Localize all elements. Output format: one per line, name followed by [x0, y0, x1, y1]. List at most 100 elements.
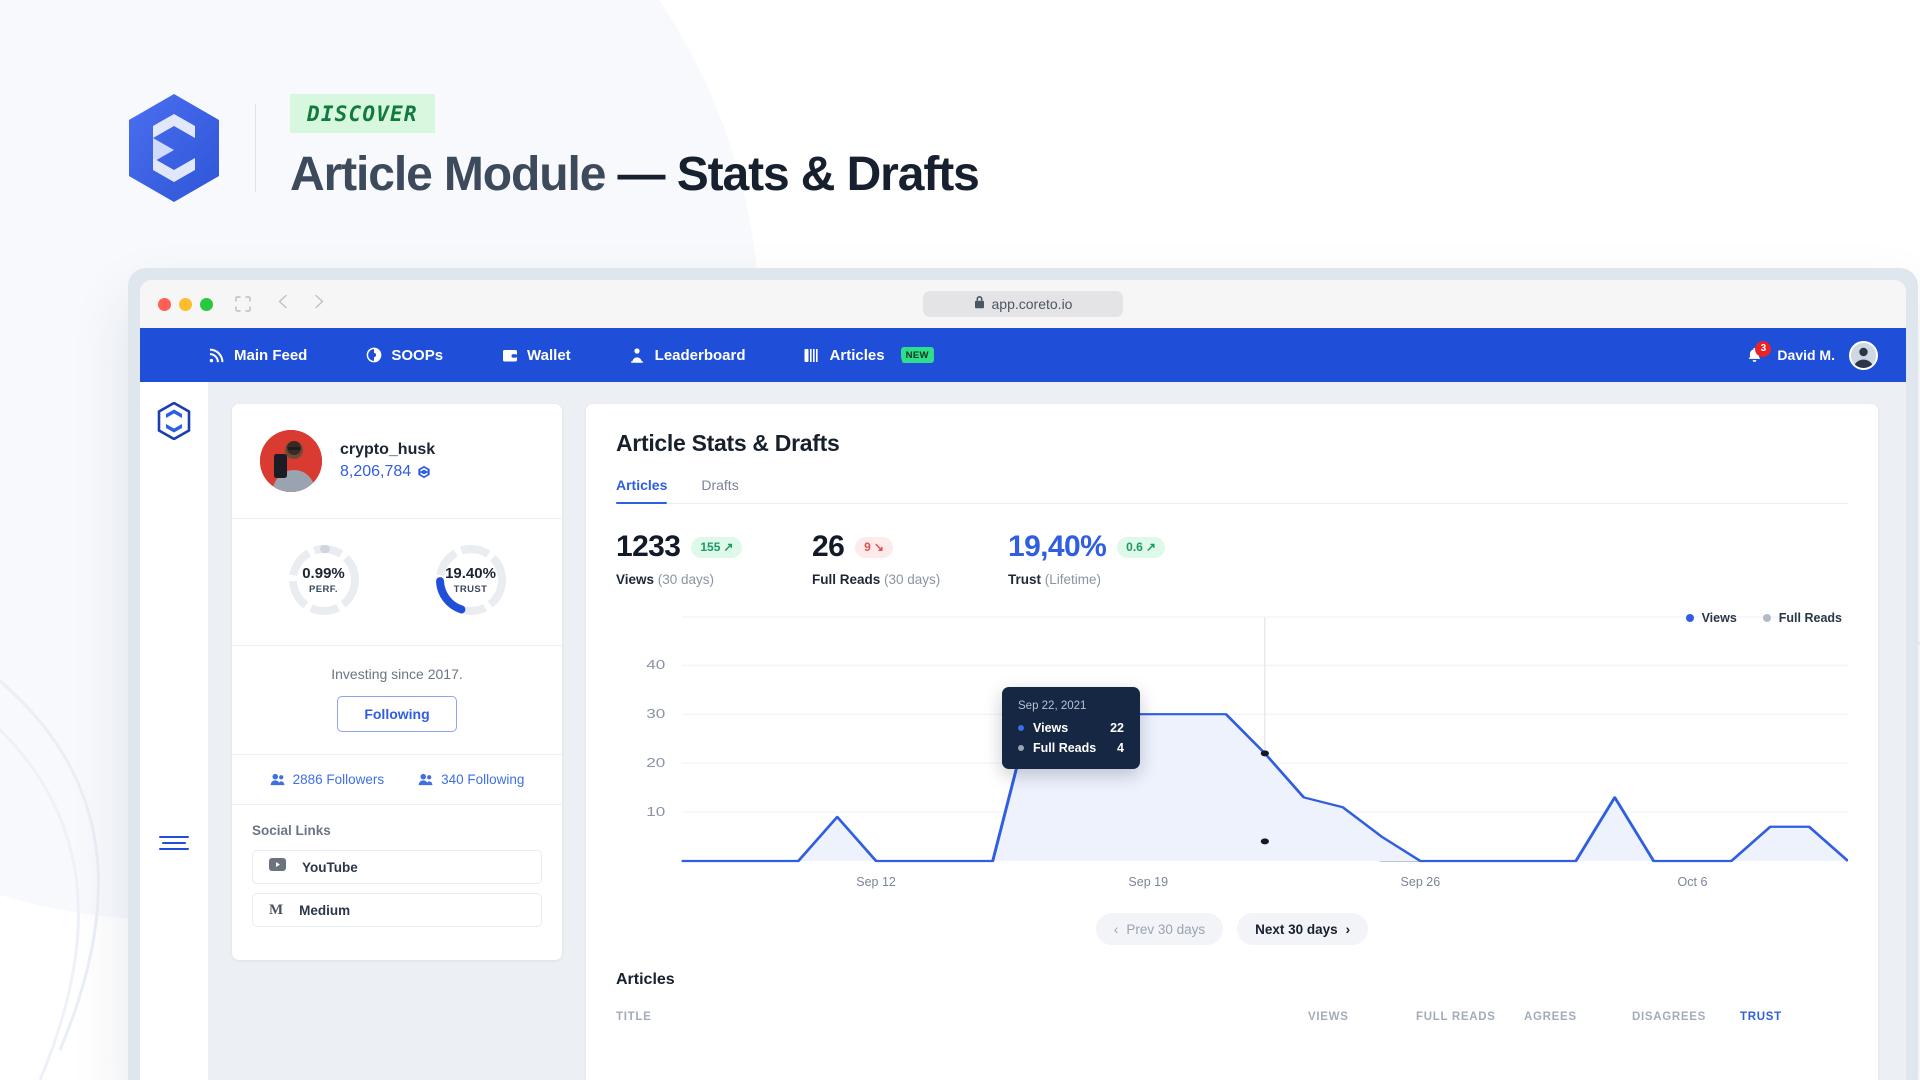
next-30-days-button[interactable]: Next 30 days › [1237, 913, 1369, 945]
kpi-value: 19,40% [1008, 530, 1107, 563]
col-title[interactable]: TITLE [616, 1011, 1308, 1023]
following-count: 340 Following [441, 772, 525, 787]
following-stat[interactable]: 340 Following [418, 772, 524, 787]
tab-articles[interactable]: Articles [616, 477, 668, 504]
kpi-delta-badge: 155 ↗ [691, 536, 743, 558]
legend-label: Views [1701, 611, 1737, 625]
kpi-delta-value: 155 [700, 540, 721, 554]
arrow-down-icon: ↘ [873, 540, 884, 554]
profile-identity: crypto_husk 8,206,784 [232, 404, 562, 518]
application: Main Feed SOOPs Wallet Leaderboard Artic… [140, 328, 1906, 1080]
x-tick-label: Oct 6 [1677, 875, 1708, 889]
browser-forward-icon[interactable] [312, 294, 325, 314]
next-label: Next 30 days [1255, 921, 1338, 937]
browser-back-icon[interactable] [277, 294, 290, 314]
maximize-window-button[interactable] [200, 297, 213, 311]
nav-item-wallet[interactable]: Wallet [501, 347, 571, 364]
header-divider [255, 104, 256, 192]
page-title-light: Article Module [290, 148, 618, 201]
leaderboard-icon [629, 347, 646, 364]
notifications-button[interactable]: 3 [1746, 340, 1772, 364]
minimize-window-button[interactable] [179, 297, 192, 311]
legend-full-reads[interactable]: Full Reads [1762, 611, 1842, 625]
window-controls[interactable] [158, 297, 213, 311]
trust-gauge: 19.40% TRUST [432, 541, 510, 619]
kpi-label-text: Trust [1008, 572, 1042, 587]
address-bar[interactable]: app.coreto.io [923, 291, 1123, 317]
col-views[interactable]: VIEWS [1308, 1011, 1416, 1023]
app-body: crypto_husk 8,206,784 0.99% PERF. 19.40%… [140, 382, 1906, 1080]
panel-title: Article Stats & Drafts [616, 430, 840, 456]
kpi-trust: 19,40% 0.6 ↗ Trust (Lifetime) [1008, 530, 1238, 587]
followers-stat[interactable]: 2886 Followers [270, 772, 385, 787]
social-links-section: Social Links YouTube M Medium [232, 805, 562, 960]
laptop-frame: app.coreto.io Main Feed SOOPs Wallet Lea… [128, 268, 1918, 1080]
nav-item-articles[interactable]: Articles NEW [804, 347, 934, 364]
kpi-label: Full Reads (30 days) [812, 572, 1008, 587]
col-agrees[interactable]: AGREES [1524, 1011, 1632, 1023]
kpi-label: Trust (Lifetime) [1008, 572, 1238, 587]
nav-item-soops[interactable]: SOOPs [365, 347, 443, 364]
articles-heading: Articles [616, 971, 675, 988]
tooltip-series-value: 22 [1110, 721, 1124, 735]
tab-drafts[interactable]: Drafts [701, 477, 738, 503]
notification-count: 3 [1755, 340, 1772, 357]
nav-right-cluster: 3 David M. [1746, 340, 1878, 370]
chevron-right-icon: › [1345, 921, 1351, 937]
nav-label: Wallet [527, 346, 571, 364]
x-tick-label: Sep 26 [1400, 875, 1441, 889]
kpi-label-period: (Lifetime) [1041, 572, 1102, 587]
col-full-reads[interactable]: FULL READS [1416, 1011, 1524, 1023]
social-link-label: YouTube [302, 859, 358, 875]
nav-item-leaderboard[interactable]: Leaderboard [629, 347, 746, 364]
prev-30-days-button[interactable]: ‹ Prev 30 days [1095, 913, 1224, 945]
page-title-dash: — [617, 148, 677, 201]
page-header: DISCOVER Article Module — Stats & Drafts [125, 92, 980, 204]
hover-point-full-reads [1260, 838, 1269, 845]
page-title: Article Module — Stats & Drafts [290, 147, 980, 202]
chart-tooltip: Sep 22, 2021 Views 22 Full Reads 4 [1002, 687, 1140, 769]
following-button[interactable]: Following [337, 696, 457, 732]
tooltip-date: Sep 22, 2021 [1018, 700, 1087, 712]
tooltip-series-value: 4 [1117, 741, 1124, 755]
coreto-rail-logo-icon[interactable] [157, 401, 191, 441]
wallet-icon [501, 347, 518, 364]
kpi-value: 26 [812, 530, 845, 563]
profile-username: crypto_husk [340, 441, 436, 458]
trust-value: 19.40% [445, 565, 496, 582]
col-trust[interactable]: TRUST [1740, 1011, 1848, 1023]
eyebrow-badge: DISCOVER [290, 94, 435, 133]
sidebar-toggle-button[interactable] [159, 836, 189, 850]
social-link-youtube[interactable]: YouTube [252, 850, 542, 884]
tooltip-swatch [1018, 725, 1024, 731]
coreto-logo-icon [125, 92, 223, 204]
nav-item-main-feed[interactable]: Main Feed [208, 347, 307, 364]
profile-social-counts: 2886 Followers 340 Following [232, 755, 562, 804]
users-icon [418, 773, 433, 786]
hover-point-views [1260, 750, 1269, 757]
legend-views[interactable]: Views [1685, 611, 1737, 625]
fullscreen-icon[interactable] [235, 296, 251, 312]
y-tick-label: 20 [646, 756, 665, 770]
profile-avatar[interactable] [260, 430, 322, 492]
user-name[interactable]: David M. [1777, 347, 1835, 363]
chart-x-axis: Sep 12 Sep 19 Sep 26 Oct 6 [616, 875, 1848, 897]
nav-label: Main Feed [234, 346, 308, 364]
x-tick-label: Sep 12 [856, 875, 896, 889]
perf-label: PERF. [309, 584, 338, 595]
tooltip-series-name: Views [1033, 721, 1069, 735]
y-tick-label: 30 [646, 707, 665, 721]
col-disagrees[interactable]: DISAGREES [1632, 1011, 1740, 1023]
address-bar-url: app.coreto.io [991, 296, 1073, 312]
avatar[interactable] [1849, 340, 1878, 370]
legend-swatch [1762, 614, 1771, 622]
social-link-medium[interactable]: M Medium [252, 893, 542, 927]
profile-score-value: 8,206,784 [340, 463, 412, 480]
kpi-views: 1233 155 ↗ Views (30 days) [616, 530, 812, 587]
articles-table-header: TITLE VIEWS FULL READS AGREES DISAGREES … [616, 1011, 1848, 1023]
kpi-label-period: (30 days) [654, 572, 715, 587]
close-window-button[interactable] [158, 297, 171, 311]
analytics-chart: Views Full Reads 10 20 30 40 Sep 22, 2021 [616, 605, 1848, 873]
followers-count: 2886 Followers [292, 772, 385, 787]
kpi-delta-badge: 9 ↘ [855, 536, 893, 558]
